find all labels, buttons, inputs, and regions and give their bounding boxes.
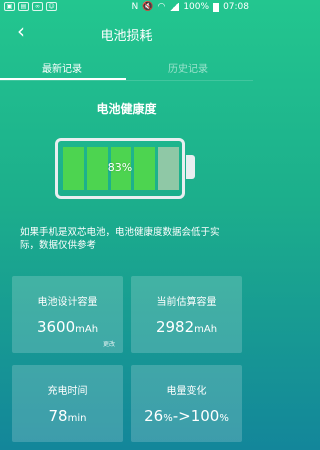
battery-health-title: 电池健康度: [96, 102, 157, 116]
tab-latest-records[interactable]: 最新记录: [42, 60, 82, 75]
charge-time-value: 78: [48, 407, 68, 425]
change-capacity-link[interactable]: 更改: [103, 339, 115, 348]
charge-end-value: 100: [190, 407, 220, 425]
estimated-capacity-unit: mAh: [194, 324, 218, 335]
wifi-icon: ◠: [157, 2, 166, 12]
charge-change-card: 电量变化 26%->100%: [131, 365, 242, 442]
notification-icon: ▣: [4, 2, 15, 11]
card-label: 当前估算容量: [156, 297, 217, 308]
card-label: 充电时间: [47, 386, 88, 397]
battery-icon: [213, 2, 220, 12]
tab-divider: [0, 80, 253, 81]
design-capacity-value: 3600: [36, 318, 76, 336]
card-value: 3600mAh: [12, 318, 123, 336]
tab-history-records[interactable]: 历史记录: [168, 60, 208, 75]
card-value: 78min: [12, 407, 123, 425]
nfc-icon: N: [131, 2, 139, 12]
charge-arrow: ->: [172, 407, 191, 425]
design-capacity-card: 电池设计容量 3600mAh 更改: [12, 276, 123, 353]
emoji-icon: ☺: [46, 2, 57, 11]
status-time: 07:08: [223, 2, 249, 12]
card-label: 电量变化: [166, 386, 207, 397]
battery-percent: 100%: [183, 2, 210, 12]
charge-time-card: 充电时间 78min: [12, 365, 123, 442]
battery-graphic: 83%: [55, 138, 185, 199]
status-left-icons: ▣ ▤ ∞ ☺: [4, 2, 57, 11]
signal-icon: [169, 3, 180, 11]
link-icon: ∞: [32, 2, 43, 11]
estimated-capacity-card: 当前估算容量 2982mAh: [131, 276, 242, 353]
battery-cap: [186, 155, 195, 179]
status-bar: ▣ ▤ ∞ ☺ N 🔇 ◠ 100% 07:08: [0, 0, 253, 16]
estimated-capacity-value: 2982: [155, 318, 195, 336]
dual-battery-notice: 如果手机是双芯电池，电池健康度数据会低于实际，数据仅供参考: [20, 227, 220, 251]
charge-start-unit: %: [163, 413, 173, 424]
charge-start-value: 26: [144, 407, 164, 425]
card-value: 26%->100%: [131, 407, 242, 425]
app-bar: ‹ 电池损耗: [0, 18, 253, 48]
status-right: N 🔇 ◠ 100% 07:08: [132, 2, 249, 12]
card-label: 电池设计容量: [37, 297, 98, 308]
charge-end-unit: %: [219, 413, 229, 424]
design-capacity-unit: mAh: [75, 324, 99, 335]
mute-icon: 🔇: [142, 2, 154, 12]
battery-health-percent: 83%: [107, 161, 133, 174]
charge-time-unit: min: [67, 413, 87, 424]
tab-bar: 最新记录 历史记录: [0, 56, 253, 81]
card-value: 2982mAh: [131, 318, 242, 336]
image-icon: ▤: [18, 2, 29, 11]
page-title: 电池损耗: [100, 29, 153, 44]
